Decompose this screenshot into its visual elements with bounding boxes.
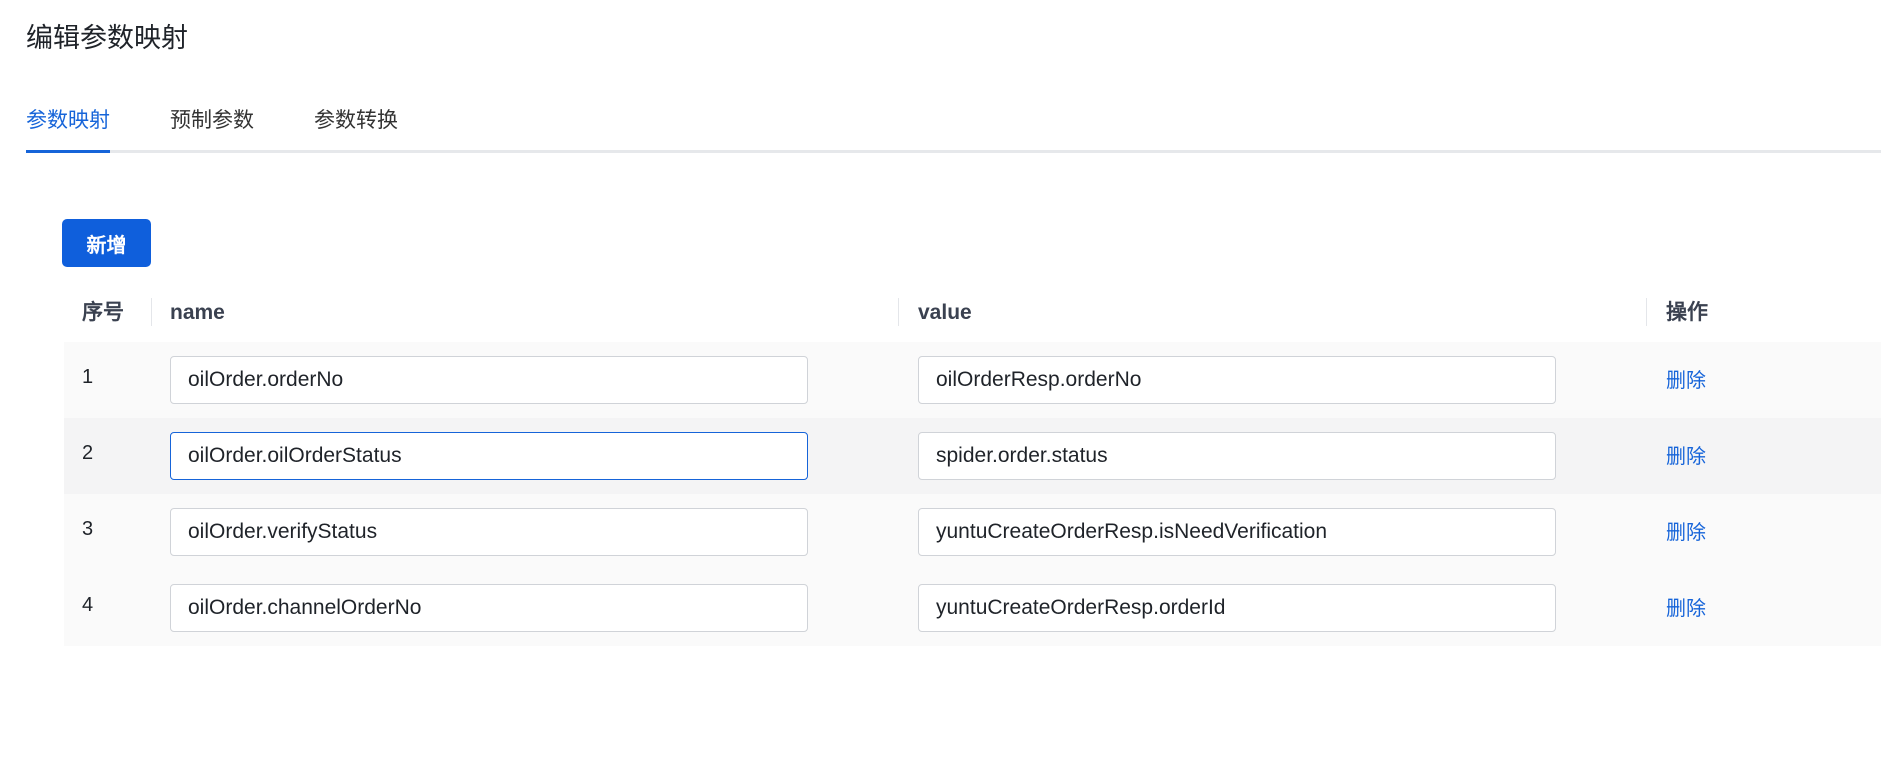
- delete-link[interactable]: 删除: [1666, 440, 1706, 469]
- table-header: 序号 name value 操作: [64, 288, 1881, 342]
- tab-preset-params[interactable]: 预制参数: [170, 100, 254, 150]
- header-divider: [1646, 298, 1647, 326]
- row-index: 4: [82, 594, 94, 616]
- header-action: 操作: [1666, 301, 1708, 324]
- delete-link[interactable]: 删除: [1666, 364, 1706, 393]
- table-row: 2 删除: [64, 418, 1881, 494]
- value-input[interactable]: [918, 508, 1556, 556]
- header-divider: [898, 298, 899, 326]
- header-divider: [151, 298, 152, 326]
- edit-param-mapping-page: 编辑参数映射 参数映射 预制参数 参数转换 新增 序号 name value 操…: [0, 0, 1881, 765]
- header-name: name: [170, 301, 225, 324]
- name-input[interactable]: [170, 584, 808, 632]
- tab-bar: 参数映射 预制参数 参数转换: [26, 100, 1881, 153]
- value-input[interactable]: [918, 356, 1556, 404]
- name-input[interactable]: [170, 508, 808, 556]
- header-value: value: [918, 301, 972, 324]
- row-index: 3: [82, 518, 94, 540]
- param-mapping-table: 序号 name value 操作 1 删除 2 删除 3 删除 4: [64, 288, 1881, 646]
- table-row: 3 删除: [64, 494, 1881, 570]
- table-row: 4 删除: [64, 570, 1881, 646]
- table-row: 1 删除: [64, 342, 1881, 418]
- name-input[interactable]: [170, 356, 808, 404]
- row-index: 1: [82, 366, 94, 388]
- add-button[interactable]: 新增: [62, 219, 151, 267]
- value-input[interactable]: [918, 584, 1556, 632]
- value-input[interactable]: [918, 432, 1556, 480]
- name-input[interactable]: [170, 432, 808, 480]
- delete-link[interactable]: 删除: [1666, 516, 1706, 545]
- delete-link[interactable]: 删除: [1666, 592, 1706, 621]
- tab-param-mapping[interactable]: 参数映射: [26, 100, 110, 153]
- tab-param-conversion[interactable]: 参数转换: [314, 100, 398, 150]
- page-title: 编辑参数映射: [26, 23, 188, 53]
- row-index: 2: [82, 442, 94, 464]
- header-index: 序号: [82, 301, 124, 324]
